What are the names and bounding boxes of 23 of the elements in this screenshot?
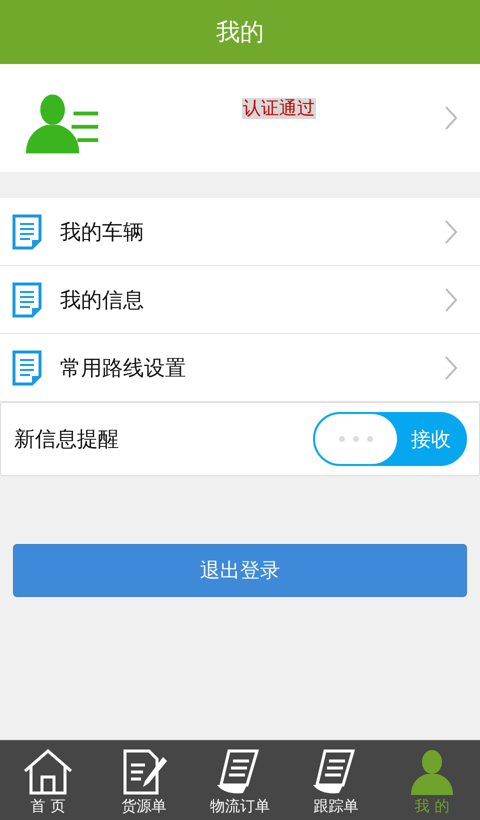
profile-card[interactable]: 认证通过 xyxy=(0,64,480,172)
chevron-icon xyxy=(444,354,458,380)
document-icon xyxy=(12,282,42,318)
menu-item[interactable]: 常用路线设置 xyxy=(0,334,480,402)
menu-item[interactable]: 我的车辆 xyxy=(0,198,480,266)
chevron-icon xyxy=(444,105,458,131)
nav-tab[interactable]: 跟踪单 xyxy=(288,741,384,820)
nav-tab[interactable]: 货源单 xyxy=(96,741,192,820)
chevron-icon xyxy=(444,286,458,312)
document-icon xyxy=(12,214,42,250)
menu-label: 常用路线设置 xyxy=(60,354,187,382)
menu-label: 我的车辆 xyxy=(60,218,145,246)
menu-item[interactable]: 我的信息 xyxy=(0,266,480,334)
house-icon xyxy=(23,749,73,795)
home-tab[interactable]: 首 页 xyxy=(0,741,96,820)
nav-tab[interactable]: 物流订单 xyxy=(192,741,288,820)
page-title: 我的 xyxy=(216,17,264,48)
verified-badge: 认证通过 xyxy=(242,98,316,119)
logout-button[interactable]: 退出登录 xyxy=(13,544,467,597)
menu-label: 我的信息 xyxy=(60,286,145,314)
notification-label: 新信息提醒 xyxy=(14,426,120,453)
chevron-icon xyxy=(444,218,458,244)
document-icon xyxy=(12,350,42,386)
